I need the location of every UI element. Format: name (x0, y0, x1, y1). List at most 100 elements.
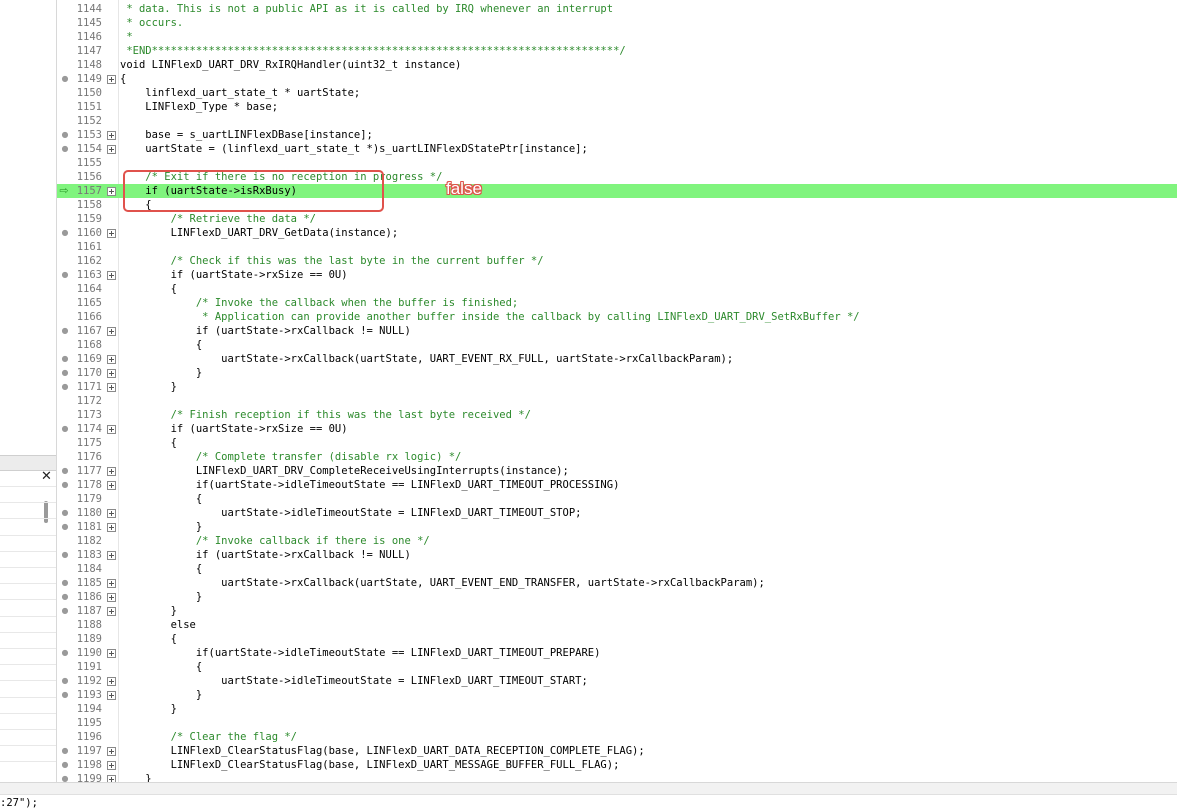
code-line[interactable]: 1191 { (57, 660, 1177, 674)
code-line[interactable]: ● 1183 if (uartState->rxCallback != NULL) (57, 548, 1177, 562)
code-line[interactable]: 1176 /* Complete transfer (disable rx lo… (57, 450, 1177, 464)
left-panel-row[interactable] (0, 761, 56, 763)
code-line[interactable]: ● 1174 if (uartState->rxSize == 0U) (57, 422, 1177, 436)
fold-expand-icon[interactable] (107, 327, 116, 336)
fold-expand-icon[interactable] (107, 509, 116, 518)
code-line[interactable]: ● 1149{ (57, 72, 1177, 86)
code-line[interactable]: 1165 /* Invoke the callback when the buf… (57, 296, 1177, 310)
code-line[interactable]: 1188 else (57, 618, 1177, 632)
fold-expand-icon[interactable] (107, 579, 116, 588)
code-line[interactable]: 1162 /* Check if this was the last byte … (57, 254, 1177, 268)
code-line[interactable]: 1172 (57, 394, 1177, 408)
left-panel-row[interactable] (0, 567, 56, 568)
fold-expand-icon[interactable] (107, 761, 116, 770)
code-line[interactable]: ● 1163 if (uartState->rxSize == 0U) (57, 268, 1177, 282)
left-panel-row[interactable] (0, 712, 56, 714)
code-line[interactable]: 1144 * data. This is not a public API as… (57, 2, 1177, 16)
code-line[interactable]: ● 1170 } (57, 366, 1177, 380)
code-line[interactable]: 1158 { (57, 198, 1177, 212)
code-line[interactable]: 1195 (57, 716, 1177, 730)
code-editor[interactable]: 1144 * data. This is not a public API as… (57, 0, 1177, 782)
code-line[interactable]: 1189 { (57, 632, 1177, 646)
fold-expand-icon[interactable] (107, 481, 116, 490)
left-panel-row[interactable] (0, 745, 56, 747)
fold-expand-icon[interactable] (107, 271, 116, 280)
code-line[interactable]: ● 1167 if (uartState->rxCallback != NULL) (57, 324, 1177, 338)
code-line[interactable]: 1148 void LINFlexD_UART_DRV_RxIRQHandler(… (57, 58, 1177, 72)
code-line[interactable]: 1147 *END*******************************… (57, 44, 1177, 58)
fold-expand-icon[interactable] (107, 187, 116, 196)
code-line[interactable]: ● 1154 uartState = (linflexd_uart_state_t… (57, 142, 1177, 156)
code-line[interactable]: ● 1153 base = s_uartLINFlexDBase[instance… (57, 128, 1177, 142)
fold-expand-icon[interactable] (107, 145, 116, 154)
code-line[interactable]: 1175 { (57, 436, 1177, 450)
code-line[interactable]: ● 1171 } (57, 380, 1177, 394)
left-panel-row[interactable] (0, 631, 56, 633)
left-panel-row[interactable] (0, 615, 56, 617)
code-line[interactable]: 1173 /* Finish reception if this was the… (57, 408, 1177, 422)
code-line[interactable]: ● 1180 uartState->idleTimeoutState = LINF… (57, 506, 1177, 520)
fold-expand-icon[interactable] (107, 523, 116, 532)
left-panel-row[interactable] (0, 599, 56, 601)
code-line[interactable]: 1184 { (57, 562, 1177, 576)
fold-expand-icon[interactable] (107, 75, 116, 84)
fold-expand-icon[interactable] (107, 383, 116, 392)
left-panel-row[interactable] (0, 550, 56, 552)
code-line[interactable]: ● 1160 LINFlexD_UART_DRV_GetData(instance… (57, 226, 1177, 240)
fold-expand-icon[interactable] (107, 649, 116, 658)
left-panel-row[interactable] (0, 518, 56, 520)
code-line[interactable]: 1151 LINFlexD_Type * base; (57, 100, 1177, 114)
left-panel-row[interactable] (0, 664, 56, 666)
fold-expand-icon[interactable] (107, 677, 116, 686)
code-line[interactable]: ● 1193 } (57, 688, 1177, 702)
fold-expand-icon[interactable] (107, 425, 116, 434)
left-panel-row[interactable] (0, 696, 56, 698)
fold-expand-icon[interactable] (107, 775, 116, 782)
code-line[interactable]: ● 1199 } (57, 772, 1177, 782)
code-line[interactable]: 1196 /* Clear the flag */ (57, 730, 1177, 744)
code-line[interactable]: 1161 (57, 240, 1177, 254)
code-line[interactable]: 1156 /* Exit if there is no reception in… (57, 170, 1177, 184)
code-line[interactable]: 1164 { (57, 282, 1177, 296)
code-line[interactable]: 1159 /* Retrieve the data */ (57, 212, 1177, 226)
left-panel-row[interactable] (0, 502, 56, 504)
left-panel-row[interactable] (0, 648, 56, 649)
current-execution-line[interactable]: ⇨ 1157 if (uartState->isRxBusy) (57, 184, 1177, 198)
code-line[interactable]: 1150 linflexd_uart_state_t * uartState; (57, 86, 1177, 100)
code-line[interactable]: 1166 * Application can provide another b… (57, 310, 1177, 324)
code-line[interactable]: 1155 (57, 156, 1177, 170)
left-panel-row[interactable] (0, 486, 56, 487)
left-panel-scrollbar[interactable] (44, 501, 48, 523)
code-line[interactable]: ● 1198 LINFlexD_ClearStatusFlag(base, LIN… (57, 758, 1177, 772)
code-line[interactable]: ● 1192 uartState->idleTimeoutState = LINF… (57, 674, 1177, 688)
fold-expand-icon[interactable] (107, 593, 116, 602)
left-panel-row[interactable] (0, 729, 56, 730)
left-panel-row[interactable] (0, 583, 56, 585)
code-line[interactable]: 1182 /* Invoke callback if there is one … (57, 534, 1177, 548)
code-line[interactable]: ● 1185 uartState->rxCallback(uartState, U… (57, 576, 1177, 590)
code-line[interactable]: ● 1181 } (57, 520, 1177, 534)
fold-expand-icon[interactable] (107, 467, 116, 476)
code-line[interactable]: ● 1187 } (57, 604, 1177, 618)
fold-expand-icon[interactable] (107, 229, 116, 238)
code-line[interactable]: 1168 { (57, 338, 1177, 352)
code-line[interactable]: 1194 } (57, 702, 1177, 716)
code-line[interactable]: ● 1186 } (57, 590, 1177, 604)
code-line[interactable]: 1179 { (57, 492, 1177, 506)
left-panel-row[interactable] (0, 680, 56, 682)
fold-expand-icon[interactable] (107, 369, 116, 378)
code-line[interactable]: 1145 * occurs. (57, 16, 1177, 30)
fold-expand-icon[interactable] (107, 747, 116, 756)
close-icon[interactable]: ✕ (41, 470, 52, 484)
code-line[interactable]: ● 1169 uartState->rxCallback(uartState, U… (57, 352, 1177, 366)
fold-expand-icon[interactable] (107, 691, 116, 700)
code-line[interactable]: ● 1197 LINFlexD_ClearStatusFlag(base, LIN… (57, 744, 1177, 758)
code-line[interactable]: ● 1190 if(uartState->idleTimeoutState == … (57, 646, 1177, 660)
code-line[interactable]: 1146 * (57, 30, 1177, 44)
fold-expand-icon[interactable] (107, 131, 116, 140)
code-line[interactable]: ● 1177 LINFlexD_UART_DRV_CompleteReceiveU… (57, 464, 1177, 478)
fold-expand-icon[interactable] (107, 551, 116, 560)
fold-expand-icon[interactable] (107, 607, 116, 616)
code-line[interactable]: 1152 (57, 114, 1177, 128)
left-panel-row[interactable] (0, 534, 56, 536)
